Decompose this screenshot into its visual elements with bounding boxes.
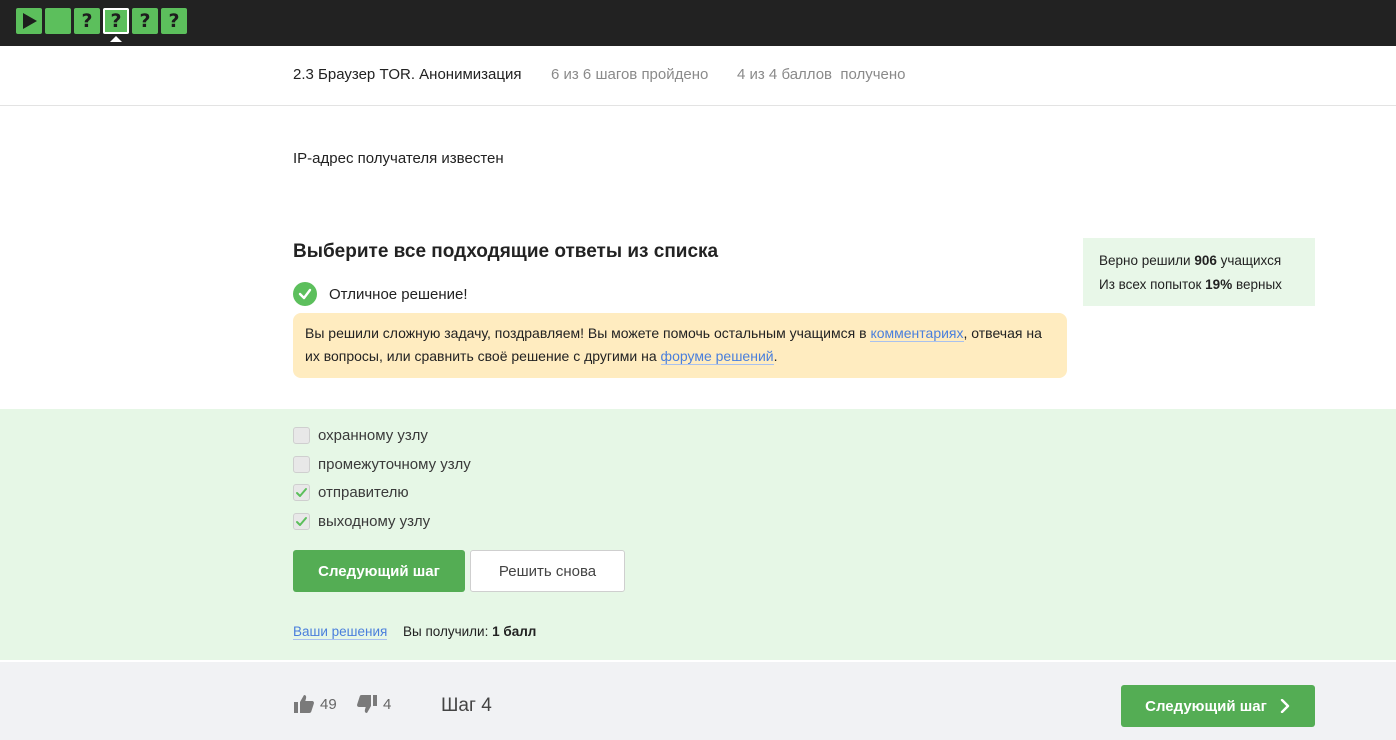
answers-section: охранному узлу промежуточному узлу отпра… <box>0 409 1396 660</box>
checkbox-unchecked[interactable] <box>293 427 310 444</box>
lesson-progress: 6 из 6 шагов пройдено <box>551 66 709 83</box>
attempts-line: Из всех попыток 19% верных <box>1099 273 1299 297</box>
footer-next-step-button[interactable]: Следующий шаг <box>1121 685 1315 727</box>
question-icon: ? <box>81 10 93 32</box>
question-icon: ? <box>139 10 151 32</box>
comments-link[interactable]: комментариях <box>870 325 964 342</box>
retry-button[interactable]: Решить снова <box>470 550 625 592</box>
chevron-right-icon <box>1280 699 1290 713</box>
attempts-suffix: верных <box>1235 277 1282 292</box>
hint-box: Вы решили сложную задачу, поздравляем! В… <box>293 313 1067 378</box>
answer-label: выходному узлу <box>318 513 431 530</box>
answer-label: промежуточному узлу <box>318 456 471 473</box>
question-text: IP-адрес получателя известен <box>293 150 504 167</box>
step-2-text[interactable] <box>45 8 71 34</box>
question-icon: ? <box>168 10 180 32</box>
solved-prefix: Верно решили <box>1099 253 1191 268</box>
thumbs-down-icon <box>357 695 377 713</box>
checkbox-checked[interactable] <box>293 484 310 501</box>
next-step-button[interactable]: Следующий шаг <box>293 550 465 592</box>
answer-option[interactable]: охранному узлу <box>293 427 428 444</box>
result-status: Отличное решение! <box>293 282 468 306</box>
answer-option[interactable]: отправителю <box>293 484 409 501</box>
hint-text-part: Вы решили сложную задачу, поздравляем! В… <box>305 325 871 341</box>
step-footer: 49 4 Шаг 4 Следующий шаг <box>0 662 1396 740</box>
score-value: 1 балл <box>492 624 537 639</box>
your-solutions-link[interactable]: Ваши решения <box>293 624 388 640</box>
solved-count: 906 <box>1194 253 1217 268</box>
footer-next-label: Следующий шаг <box>1145 697 1267 715</box>
thumbs-up-icon <box>294 695 314 713</box>
score-prefix: Вы получили: <box>403 624 489 639</box>
solutions-forum-link[interactable]: форуме решений <box>660 348 774 365</box>
lesson-score: 4 из 4 баллов получено <box>737 66 906 83</box>
dislike-button[interactable]: 4 <box>356 694 391 714</box>
step-4-quiz-current[interactable]: ? <box>103 8 129 42</box>
step-1-video[interactable] <box>16 8 42 34</box>
quiz-title: Выберите все подходящие ответы из списка <box>293 241 719 262</box>
step-5-quiz[interactable]: ? <box>132 8 158 34</box>
answer-option[interactable]: промежуточному узлу <box>293 456 471 473</box>
likes-count: 49 <box>320 695 337 713</box>
lesson-header: 2.3 Браузер TOR. Анонимизация 6 из 6 шаг… <box>0 46 1396 106</box>
attempts-percent: 19% <box>1205 277 1233 292</box>
dislikes-count: 4 <box>383 695 392 713</box>
play-icon <box>23 13 37 29</box>
hint-text-part: . <box>773 348 778 364</box>
answer-label: охранному узлу <box>318 427 428 444</box>
solved-count-line: Верно решили 906 учащихся <box>1099 249 1299 273</box>
checkmark-icon <box>296 488 307 497</box>
question-icon: ? <box>110 10 122 32</box>
checkbox-checked[interactable] <box>293 513 310 530</box>
solved-suffix: учащихся <box>1220 253 1282 268</box>
score-received: Вы получили: 1 балл <box>403 624 536 639</box>
lesson-title[interactable]: 2.3 Браузер TOR. Анонимизация <box>293 66 521 83</box>
step-6-quiz[interactable]: ? <box>161 8 187 34</box>
checkmark-icon <box>296 517 307 526</box>
step-3-quiz[interactable]: ? <box>74 8 100 34</box>
step-number: Шаг 4 <box>441 695 492 716</box>
answer-label: отправителю <box>318 484 409 501</box>
step-navigation-bar: ? ? ? ? <box>0 0 1396 46</box>
success-check-icon <box>293 282 317 306</box>
like-button[interactable]: 49 <box>293 694 337 714</box>
result-text: Отличное решение! <box>329 285 468 303</box>
step-list: ? ? ? ? <box>16 8 187 42</box>
answer-option[interactable]: выходному узлу <box>293 513 430 530</box>
checkbox-unchecked[interactable] <box>293 456 310 473</box>
attempts-prefix: Из всех попыток <box>1099 277 1202 292</box>
solve-stats: Верно решили 906 учащихся Из всех попыто… <box>1083 238 1315 306</box>
